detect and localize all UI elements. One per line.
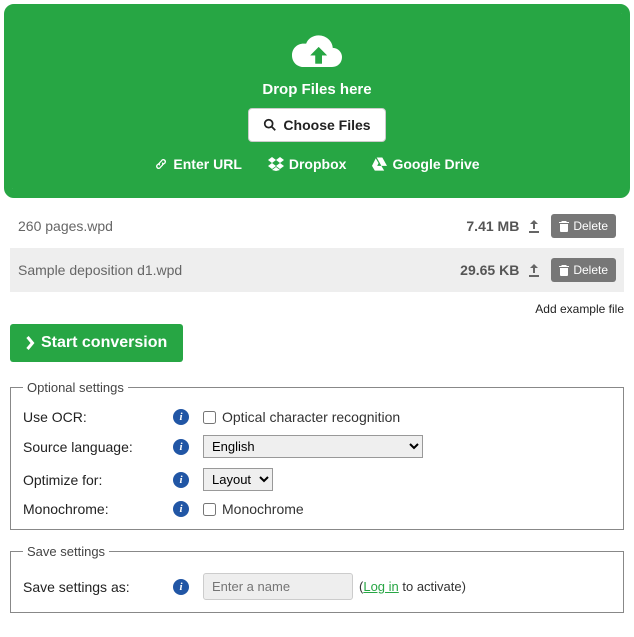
monochrome-checkbox[interactable] — [203, 503, 216, 516]
enter-url-link[interactable]: Enter URL — [154, 156, 241, 172]
info-icon[interactable]: i — [173, 501, 189, 517]
source-row: Enter URL Dropbox Google Drive — [22, 156, 612, 172]
add-example-file-link[interactable]: Add example file — [10, 302, 624, 316]
chevron-right-icon — [26, 336, 35, 350]
info-icon[interactable]: i — [173, 439, 189, 455]
monochrome-checkbox-label: Monochrome — [222, 501, 304, 517]
dropbox-icon — [268, 157, 284, 171]
choose-files-label: Choose Files — [283, 117, 370, 133]
file-name: Sample deposition d1.wpd — [18, 262, 218, 278]
setting-row-ocr: Use OCR: i Optical character recognition — [23, 409, 611, 425]
login-link[interactable]: Log in — [363, 579, 398, 594]
search-icon — [263, 118, 277, 132]
setting-label: Use OCR: — [23, 409, 173, 425]
file-size: 29.65 KB — [460, 262, 519, 278]
upload-icon — [527, 219, 541, 233]
delete-button[interactable]: Delete — [551, 258, 616, 282]
save-settings-fieldset: Save settings Save settings as: i (Log i… — [10, 544, 624, 613]
save-settings-legend: Save settings — [23, 544, 109, 559]
info-icon[interactable]: i — [173, 409, 189, 425]
dropzone[interactable]: Drop Files here Choose Files Enter URL D… — [10, 10, 624, 192]
delete-button[interactable]: Delete — [551, 214, 616, 238]
optional-settings-legend: Optional settings — [23, 380, 128, 395]
file-size: 7.41 MB — [466, 218, 519, 234]
file-row: Sample deposition d1.wpd 29.65 KB Delete — [10, 248, 624, 292]
drop-text: Drop Files here — [22, 81, 612, 98]
file-list: 260 pages.wpd 7.41 MB Delete Sample depo… — [10, 204, 624, 292]
setting-label: Monochrome: — [23, 501, 173, 517]
choose-files-button[interactable]: Choose Files — [248, 108, 385, 142]
upload-icon — [527, 263, 541, 277]
setting-row-optimize: Optimize for: i Layout — [23, 468, 611, 491]
setting-row-language: Source language: i English — [23, 435, 611, 458]
save-name-input[interactable] — [203, 573, 353, 600]
setting-label: Source language: — [23, 439, 173, 455]
trash-icon — [559, 221, 569, 232]
google-drive-icon — [372, 157, 387, 171]
link-icon — [154, 157, 168, 171]
file-row: 260 pages.wpd 7.41 MB Delete — [10, 204, 624, 248]
google-drive-link[interactable]: Google Drive — [372, 156, 479, 172]
ocr-checkbox-label: Optical character recognition — [222, 409, 400, 425]
save-hint: (Log in to activate) — [359, 579, 466, 594]
info-icon[interactable]: i — [173, 472, 189, 488]
setting-label: Optimize for: — [23, 472, 173, 488]
ocr-checkbox[interactable] — [203, 411, 216, 424]
start-conversion-button[interactable]: Start conversion — [10, 324, 183, 362]
dropbox-link[interactable]: Dropbox — [268, 156, 347, 172]
source-language-select[interactable]: English — [203, 435, 423, 458]
setting-row-save: Save settings as: i (Log in to activate) — [23, 573, 611, 600]
cloud-upload-icon — [290, 32, 344, 72]
optimize-for-select[interactable]: Layout — [203, 468, 273, 491]
info-icon[interactable]: i — [173, 579, 189, 595]
trash-icon — [559, 265, 569, 276]
file-name: 260 pages.wpd — [18, 218, 218, 234]
setting-row-monochrome: Monochrome: i Monochrome — [23, 501, 611, 517]
setting-label: Save settings as: — [23, 579, 173, 595]
optional-settings-fieldset: Optional settings Use OCR: i Optical cha… — [10, 380, 624, 530]
